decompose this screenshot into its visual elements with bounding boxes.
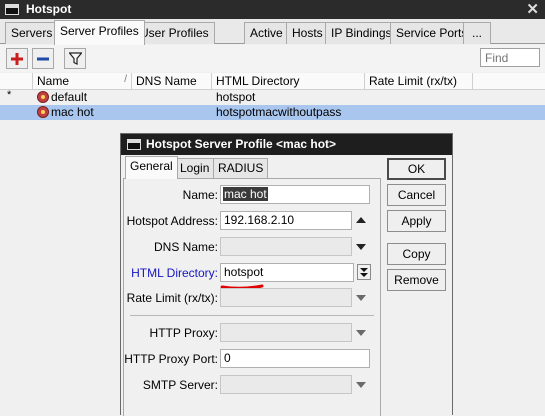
name-field[interactable]: mac hot [220,185,370,204]
table-row[interactable]: * default hotspot [0,89,545,105]
section-divider [130,315,374,316]
window-icon [5,4,19,15]
dialog-tab-general[interactable]: General [125,156,178,179]
column-html-directory[interactable]: HTML Directory [212,73,365,90]
rate-limit-field[interactable] [220,288,352,307]
filter-icon [68,52,82,65]
name-value: mac hot [223,187,268,201]
dialog-title: Hotspot Server Profile <mac hot> [146,137,337,151]
add-button[interactable] [6,48,28,69]
close-icon[interactable]: ✕ [526,0,539,19]
profile-name-cell: mac hot [37,105,94,120]
chevron-down-icon[interactable] [356,295,366,301]
dialog-tab-radius[interactable]: RADIUS [213,158,269,178]
html-directory-label: HTML Directory: [131,266,218,280]
column-rate-limit[interactable]: Rate Limit (rx/tx) [365,73,473,90]
remove-button[interactable] [32,48,54,69]
ok-button[interactable]: OK [387,158,446,180]
smtp-server-field[interactable] [220,375,352,394]
dialog-titlebar[interactable]: Hotspot Server Profile <mac hot> [121,134,452,155]
plus-icon [11,52,23,65]
copy-button[interactable]: Copy [387,243,446,265]
dropdown-arrow-icon [360,268,368,277]
window-titlebar[interactable]: Hotspot ✕ [0,0,545,19]
hotspot-address-label: Hotspot Address: [126,214,218,228]
profile-name: default [51,90,88,104]
profile-name: mac hot [51,105,94,119]
apply-button[interactable]: Apply [387,210,446,232]
minus-icon [37,57,49,60]
html-directory-cell: hotspot [216,90,256,104]
http-proxy-port-label: HTTP Proxy Port: [124,352,218,366]
table-row-selected[interactable]: mac hot hotspotmacwithoutpass [0,105,545,120]
profiles-table: Name / DNS Name HTML Directory Rate Limi… [0,73,545,120]
profile-name-cell: default [37,90,87,105]
name-label: Name: [182,188,218,202]
http-proxy-field[interactable] [220,323,352,342]
html-directory-select[interactable]: hotspot [220,263,354,282]
cancel-button[interactable]: Cancel [387,184,446,206]
tab-hosts[interactable]: Hosts [286,22,329,44]
tab-server-profiles[interactable]: Server Profiles [54,20,145,45]
tab-servers[interactable]: Servers [5,22,59,44]
remove-button[interactable]: Remove [387,269,446,291]
sort-icon: / [124,74,127,85]
window-title: Hotspot [26,2,72,16]
tab-user-profiles[interactable]: User Profiles [134,22,215,44]
tab-more[interactable]: ... [463,22,492,44]
column-name[interactable]: Name / [33,73,132,90]
rate-limit-label: Rate Limit (rx/tx): [126,291,218,305]
html-directory-cell: hotspotmacwithoutpass [216,105,342,119]
dns-name-label: DNS Name: [153,240,218,254]
default-flag: * [7,89,12,101]
general-panel: Name: mac hot Hotspot Address: 192.168.2… [123,178,381,416]
tab-ip-bindings[interactable]: IP Bindings [325,22,398,44]
profile-icon [37,106,49,118]
chevron-down-icon[interactable] [356,244,366,250]
http-proxy-port-field[interactable]: 0 [220,349,370,368]
profile-icon [37,91,49,103]
tab-service-ports[interactable]: Service Ports [390,22,474,44]
column-dns-name[interactable]: DNS Name [132,73,212,90]
hotspot-address-field[interactable]: 192.168.2.10 [220,211,352,230]
column-name-label: Name [37,74,70,88]
toolbar [0,45,545,72]
chevron-down-icon[interactable] [356,382,366,388]
tab-bar: Servers Server Profiles User Profiles Us… [0,19,545,45]
html-directory-dropdown-button[interactable] [357,264,371,280]
chevron-down-icon[interactable] [356,330,366,336]
http-proxy-label: HTTP Proxy: [149,326,218,340]
tab-active[interactable]: Active [244,22,289,44]
table-header: Name / DNS Name HTML Directory Rate Limi… [0,73,545,90]
smtp-server-label: SMTP Server: [142,378,218,392]
dialog-tab-login[interactable]: Login [175,158,215,178]
collapse-icon[interactable] [356,217,366,223]
filter-button[interactable] [64,48,86,69]
column-flag[interactable] [0,73,33,90]
server-profile-dialog: Hotspot Server Profile <mac hot> General… [120,133,453,416]
dns-name-field[interactable] [220,237,352,256]
dialog-window-icon [127,139,141,150]
find-input[interactable] [480,48,540,67]
